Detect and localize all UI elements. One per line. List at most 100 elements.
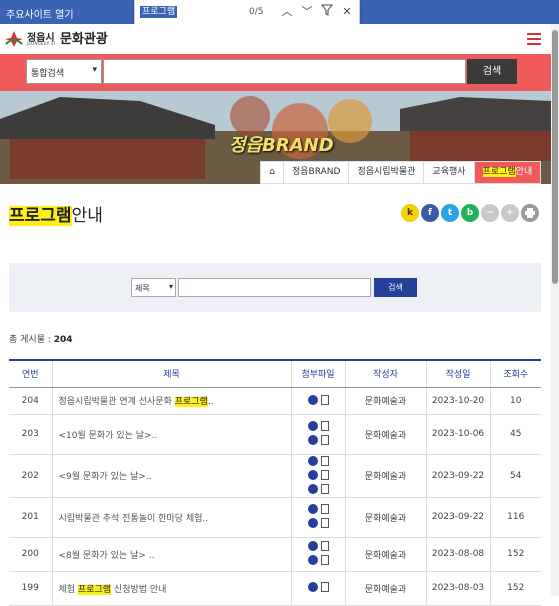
- menu-hamburger-icon[interactable]: [527, 33, 541, 45]
- kakao-share-icon[interactable]: k: [401, 204, 419, 222]
- row-writer: 문화예술과: [344, 454, 426, 498]
- preview-icon[interactable]: [307, 455, 318, 466]
- file-icon[interactable]: [320, 469, 329, 480]
- col-number: 연번: [9, 359, 52, 388]
- row-attachments: [290, 414, 345, 455]
- find-close-icon[interactable]: ✕: [339, 4, 355, 20]
- zoom-out-icon[interactable]: −: [481, 204, 499, 222]
- chevron-down-icon: ▾: [92, 65, 97, 75]
- row-number: 199: [9, 571, 52, 606]
- table-row[interactable]: 202 <9월 문화가 있는 날>.. 문화예술과 2023-09-22 54: [9, 454, 541, 498]
- row-title-link[interactable]: <9월 문화가 있는 날>..: [51, 454, 291, 498]
- find-query-input[interactable]: 프로그램: [140, 6, 178, 18]
- attachment-item: [307, 555, 329, 565]
- preview-icon[interactable]: [307, 469, 318, 480]
- table-row[interactable]: 203 <10월 문화가 있는 날>.. 문화예술과 2023-10-06 45: [9, 414, 541, 455]
- city-logo-icon[interactable]: [4, 30, 24, 48]
- row-date: 2023-10-06: [425, 414, 490, 455]
- row-date: 2023-08-03: [425, 571, 490, 606]
- file-icon[interactable]: [320, 541, 329, 551]
- preview-icon[interactable]: [307, 394, 318, 405]
- row-title-link[interactable]: <10월 문화가 있는 날>..: [51, 414, 291, 455]
- search-scope-select[interactable]: 통합검색 ▾: [26, 59, 102, 84]
- attachment-item: [307, 455, 329, 466]
- file-icon[interactable]: [320, 483, 329, 494]
- preview-icon[interactable]: [307, 555, 318, 565]
- attachment-item: [307, 582, 329, 592]
- tab-museum[interactable]: 정읍시립박물관: [348, 162, 423, 183]
- file-icon[interactable]: [320, 555, 329, 565]
- find-filter-icon[interactable]: [319, 4, 335, 20]
- sub-navigation: ⌂ 정읍BRAND 정읍시립박물관 교육행사 프로그램안내: [260, 161, 542, 184]
- attachment-item: [307, 518, 329, 528]
- table-row[interactable]: 201 시립박물관 추석 전통놀이 한마당 체험.. 문화예술과 2023-09-22…: [9, 497, 541, 538]
- title-text: <8월 문화가 있는 날> ..: [58, 550, 155, 561]
- file-icon[interactable]: [320, 455, 329, 466]
- attachment-item: [307, 504, 329, 514]
- home-icon[interactable]: ⌂: [261, 162, 283, 183]
- preview-icon[interactable]: [307, 483, 318, 494]
- preview-icon[interactable]: [307, 582, 318, 592]
- site-name[interactable]: 문화관광: [60, 28, 108, 47]
- file-icon[interactable]: [320, 582, 329, 592]
- tab-label-rest: 안내: [515, 167, 533, 177]
- row-date: 2023-08-08: [425, 537, 490, 572]
- table-row[interactable]: 200 <8월 문화가 있는 날> .. 문화예술과 2023-08-08 152: [9, 537, 541, 572]
- print-icon[interactable]: [521, 204, 539, 222]
- table-row[interactable]: 199 체험 프로그램 신청방법 안내 문화예술과 2023-08-03 152: [9, 571, 541, 606]
- blog-share-icon[interactable]: b: [461, 204, 479, 222]
- row-date: 2023-09-22: [425, 454, 490, 498]
- search-input[interactable]: [103, 59, 466, 84]
- tab-program-guide[interactable]: 프로그램안내: [473, 162, 541, 183]
- table-row[interactable]: 204 정읍시립박물관 연계 선사문화 프로그램.. 문화예술과 2023-10-20…: [9, 387, 541, 415]
- file-icon[interactable]: [320, 435, 329, 445]
- row-writer: 문화예술과: [344, 414, 426, 455]
- board-search-input[interactable]: [178, 278, 371, 297]
- file-icon[interactable]: [320, 421, 329, 431]
- preview-icon[interactable]: [307, 421, 318, 431]
- find-next-icon[interactable]: ﹀: [299, 4, 315, 20]
- preview-icon[interactable]: [307, 504, 318, 514]
- row-writer: 문화예술과: [344, 387, 426, 415]
- row-title-link[interactable]: 체험 프로그램 신청방법 안내: [51, 571, 291, 606]
- board-search-button[interactable]: 검색: [374, 278, 417, 297]
- row-views: 116: [489, 497, 541, 538]
- file-icon[interactable]: [320, 504, 329, 514]
- facebook-share-icon[interactable]: f: [421, 204, 439, 222]
- col-date: 작성일: [425, 359, 490, 388]
- col-views: 조회수: [489, 359, 541, 388]
- find-previous-icon[interactable]: ︿: [279, 4, 295, 20]
- board-table: 연번 제목 첨부파일 작성자 작성일 조회수 204 정읍시립박물관 연계 선사문…: [9, 359, 541, 606]
- preview-icon[interactable]: [307, 435, 318, 445]
- row-attachments: [290, 454, 345, 498]
- scrollbar-thumb[interactable]: [552, 30, 558, 284]
- tab-brand[interactable]: 정읍BRAND: [283, 162, 348, 183]
- file-icon[interactable]: [320, 518, 329, 528]
- row-views: 54: [489, 454, 541, 498]
- search-scope-value: 통합검색: [31, 69, 65, 79]
- row-number: 201: [9, 497, 52, 538]
- tab-education[interactable]: 교육행사: [423, 162, 473, 183]
- page-title-highlight: 프로그램: [9, 206, 72, 226]
- row-title-link[interactable]: <8월 문화가 있는 날> ..: [51, 537, 291, 572]
- title-text: 정읍시립박물관 연계 선사문화: [58, 397, 175, 407]
- skip-link[interactable]: 주요사이트 열기: [6, 6, 74, 21]
- title-text-end: ..: [207, 397, 214, 407]
- row-title-link[interactable]: 시립박물관 추석 전통놀이 한마당 체험..: [51, 497, 291, 538]
- page-title-rest: 안내: [71, 206, 103, 226]
- preview-icon[interactable]: [307, 541, 318, 551]
- preview-icon[interactable]: [307, 518, 318, 528]
- title-text: 체험: [58, 584, 78, 595]
- row-number: 200: [9, 537, 52, 572]
- board-search-select[interactable]: 제목 ▾: [131, 278, 176, 297]
- page-title: 프로그램안내: [9, 201, 103, 226]
- row-writer: 문화예술과: [344, 537, 426, 572]
- row-number: 202: [9, 454, 52, 498]
- total-count: 204: [53, 335, 73, 345]
- total-label: 총 게시물 :: [9, 335, 51, 345]
- zoom-in-icon[interactable]: +: [501, 204, 519, 222]
- twitter-share-icon[interactable]: t: [441, 204, 459, 222]
- search-button[interactable]: 검색: [467, 59, 517, 84]
- row-title-link[interactable]: 정읍시립박물관 연계 선사문화 프로그램..: [51, 387, 291, 415]
- file-icon[interactable]: [320, 394, 329, 405]
